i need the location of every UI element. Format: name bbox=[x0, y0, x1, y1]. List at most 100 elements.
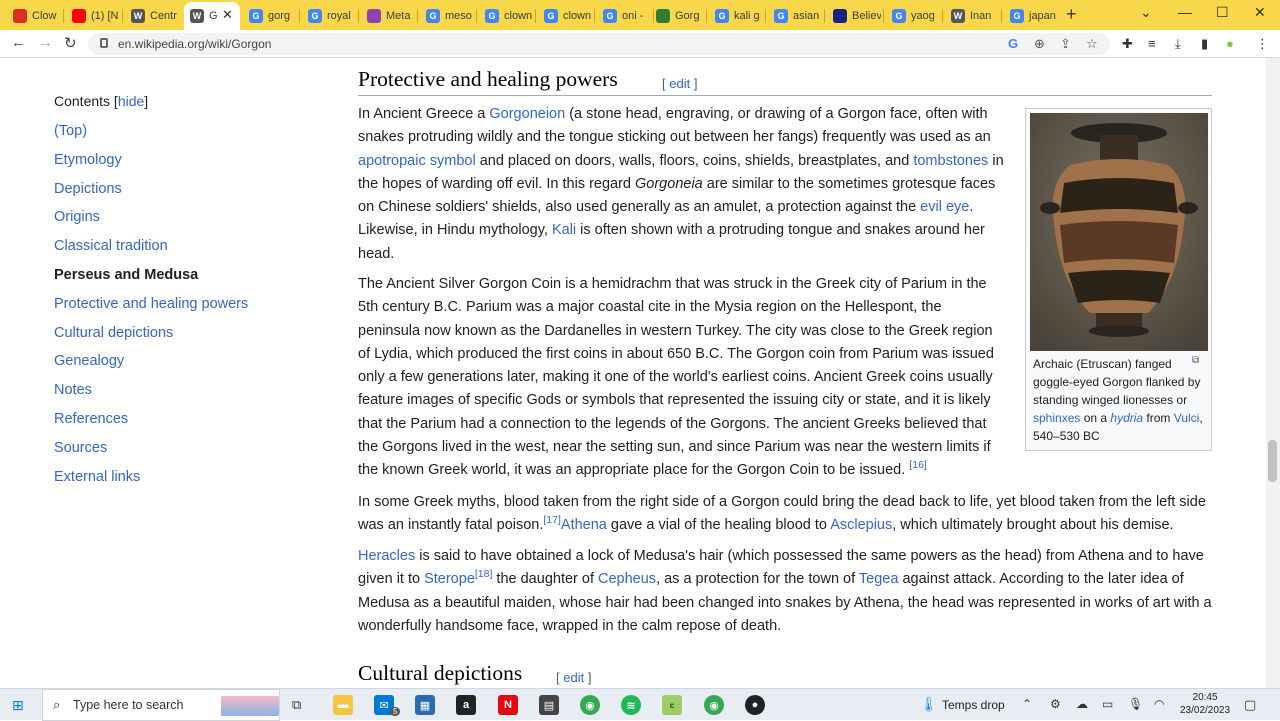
reading-list-icon[interactable]: ≡ bbox=[1148, 36, 1156, 51]
ref-17[interactable]: [17] bbox=[543, 514, 561, 526]
toc-item[interactable]: Cultural depictions bbox=[54, 323, 304, 352]
ref-18[interactable]: [18] bbox=[475, 568, 493, 580]
toc-item[interactable]: (Top) bbox=[54, 121, 304, 150]
toc-item[interactable]: Etymology bbox=[54, 150, 304, 179]
toc-item[interactable]: Depictions bbox=[54, 179, 304, 208]
link-apotropaic[interactable]: apotropaic symbol bbox=[358, 153, 476, 169]
browser-tab[interactable]: Believ bbox=[827, 4, 881, 28]
section-heading-cultural: Cultural depictions bbox=[358, 661, 523, 685]
link-tombstones[interactable]: tombstones bbox=[913, 153, 988, 169]
browser-tab[interactable]: Gjapan bbox=[1004, 4, 1058, 28]
chrome-icon[interactable]: ◉ bbox=[580, 695, 600, 715]
browser-tab[interactable]: W Centr bbox=[125, 4, 179, 28]
link-hydria[interactable]: hydria bbox=[1110, 411, 1143, 425]
toc-hide-link[interactable]: hide bbox=[118, 93, 144, 109]
app-icon[interactable]: ▤ bbox=[539, 695, 559, 715]
back-icon[interactable]: ← bbox=[11, 34, 26, 51]
weather-text[interactable]: Temps drop bbox=[942, 698, 1005, 712]
wifi-icon[interactable]: ◠ bbox=[1154, 697, 1164, 711]
browser-tab[interactable]: Gclown bbox=[479, 4, 533, 28]
link-kali[interactable]: Kali bbox=[552, 222, 576, 238]
browser-tab[interactable]: Gmeso bbox=[420, 4, 474, 28]
url-text[interactable]: en.wikipedia.org/wiki/Gorgon bbox=[118, 37, 271, 51]
browser-tab[interactable]: Groyal bbox=[302, 4, 356, 28]
paragraph-gorgoneion: In Ancient Greece a Gorgoneion (a stone … bbox=[358, 106, 1004, 262]
extensions-icon[interactable]: ✚ bbox=[1122, 36, 1133, 52]
gmail-icon bbox=[13, 9, 27, 23]
windows-start-icon[interactable]: ⊞ bbox=[12, 697, 24, 714]
tab-close-icon[interactable]: ✕ bbox=[222, 7, 233, 23]
browser-tab[interactable]: Gclown bbox=[538, 4, 592, 28]
toc-item[interactable]: Perseus and Medusa bbox=[54, 265, 304, 294]
netflix-icon[interactable]: N bbox=[498, 695, 518, 715]
browser-tab[interactable]: Gyaog bbox=[886, 4, 940, 28]
link-sterope[interactable]: Sterope bbox=[424, 571, 475, 587]
scrollbar-thumb[interactable] bbox=[1268, 440, 1277, 482]
browser-tab[interactable]: W Inan bbox=[945, 4, 999, 28]
browser-tab[interactable]: Goni - bbox=[597, 4, 651, 28]
toc-item[interactable]: External links bbox=[54, 467, 304, 496]
browser-tab[interactable]: Gkali g bbox=[709, 4, 763, 28]
browser-tab[interactable]: Meta bbox=[361, 4, 415, 28]
toc-item[interactable]: Genealogy bbox=[54, 351, 304, 380]
link-sphinxes[interactable]: sphinxes bbox=[1033, 411, 1080, 425]
battery-icon[interactable]: ▭ bbox=[1102, 697, 1113, 711]
tab-search-icon[interactable]: ⌄ bbox=[1140, 4, 1152, 21]
minimize-icon[interactable]: — bbox=[1178, 4, 1192, 20]
link-gorgoneion[interactable]: Gorgoneion bbox=[489, 106, 565, 122]
cloud-icon[interactable]: ☁ bbox=[1076, 697, 1088, 711]
maximize-icon[interactable]: ☐ bbox=[1216, 4, 1229, 21]
tray-icon[interactable]: ⚙ bbox=[1050, 697, 1061, 711]
address-bar[interactable]: en.wikipedia.org/wiki/Gorgon G ⊕ ⇪ ☆ bbox=[88, 33, 1110, 55]
browser-tab[interactable]: Clow bbox=[7, 4, 61, 28]
amazon-icon[interactable]: a bbox=[456, 695, 476, 715]
app-dark-icon[interactable]: ● bbox=[745, 695, 765, 715]
toc-item[interactable]: Notes bbox=[54, 380, 304, 409]
page-content: Contents [hide] (Top) Etymology Depictions… bbox=[0, 58, 1266, 688]
bookmark-star-icon[interactable]: ☆ bbox=[1086, 36, 1098, 52]
cricut-icon[interactable]: c bbox=[662, 695, 682, 715]
store-icon[interactable]: ▦ bbox=[415, 695, 435, 715]
browser-tab[interactable]: Gorg bbox=[650, 4, 704, 28]
link-asclepius[interactable]: Asclepius bbox=[830, 517, 892, 533]
link-vulci[interactable]: Vulci bbox=[1174, 411, 1200, 425]
new-tab-button[interactable]: + bbox=[1066, 4, 1077, 25]
task-view-icon[interactable]: ⧉ bbox=[292, 697, 301, 713]
link-tegea[interactable]: Tegea bbox=[859, 571, 899, 587]
clock[interactable]: 20:45 23/02/2023 bbox=[1180, 691, 1230, 717]
chevron-up-icon[interactable]: ⌃ bbox=[1022, 697, 1032, 711]
toc-item[interactable]: Origins bbox=[54, 207, 304, 236]
download-icon[interactable]: ⤓ bbox=[1175, 36, 1181, 52]
link-cepheus[interactable]: Cepheus bbox=[598, 571, 656, 587]
microphone-icon[interactable]: 🎙 bbox=[1128, 697, 1143, 711]
browser-tab[interactable]: Ggorg bbox=[243, 4, 297, 28]
toc-item[interactable]: Classical tradition bbox=[54, 236, 304, 265]
taskbar-search-box[interactable]: ⌕ Type here to search bbox=[42, 689, 280, 721]
close-window-icon[interactable]: ✕ bbox=[1254, 4, 1266, 21]
file-explorer-icon[interactable]: ▬ bbox=[333, 695, 353, 715]
browser-tab[interactable]: Gasian bbox=[768, 4, 822, 28]
hydria-image[interactable] bbox=[1030, 113, 1208, 351]
share-icon[interactable]: ⇪ bbox=[1060, 36, 1071, 52]
link-heracles[interactable]: Heracles bbox=[358, 548, 415, 564]
link-evil-eye[interactable]: evil eye bbox=[920, 199, 969, 215]
toc-item[interactable]: Protective and healing powers bbox=[54, 294, 304, 323]
zoom-icon[interactable]: ⊕ bbox=[1034, 36, 1045, 52]
spotify-icon[interactable]: ≋ bbox=[621, 695, 641, 715]
chrome-profile-icon[interactable]: ◉ bbox=[704, 695, 724, 715]
notification-icon[interactable]: ▢ bbox=[1244, 697, 1256, 713]
google-icon: G bbox=[892, 9, 906, 23]
link-athena[interactable]: Athena bbox=[561, 517, 607, 533]
forward-icon[interactable]: → bbox=[38, 34, 53, 51]
toc-item[interactable]: References bbox=[54, 409, 304, 438]
tab-title: meso bbox=[445, 10, 472, 22]
vertical-scrollbar[interactable] bbox=[1266, 58, 1280, 688]
reload-icon[interactable]: ↻ bbox=[64, 34, 77, 52]
toc-item[interactable]: Sources bbox=[54, 438, 304, 467]
side-panel-icon[interactable]: ▮ bbox=[1201, 36, 1208, 52]
menu-kebab-icon[interactable]: ⋮ bbox=[1256, 36, 1269, 52]
profile-avatar-icon[interactable]: ● bbox=[1226, 36, 1234, 51]
ref-16[interactable]: [16] bbox=[909, 459, 927, 471]
browser-tab[interactable]: (1) [N bbox=[66, 4, 120, 28]
google-lens-icon[interactable]: G bbox=[1008, 36, 1018, 51]
